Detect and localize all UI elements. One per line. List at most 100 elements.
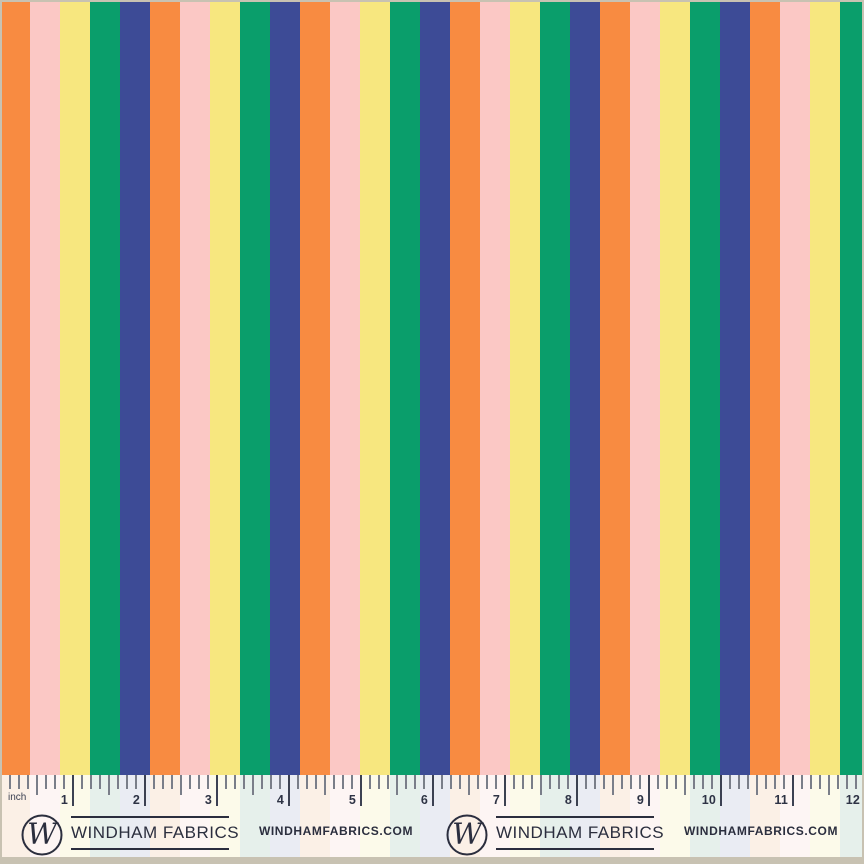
eighth-inch-tick [369, 775, 371, 789]
website-text: WINDHAMFABRICS.COM [684, 824, 838, 838]
inch-tick [504, 775, 506, 806]
eighth-inch-tick [765, 775, 767, 789]
half-inch-tick [108, 775, 110, 795]
inch-tick [216, 775, 218, 806]
eighth-inch-tick [18, 775, 20, 789]
inch-tick [432, 775, 434, 806]
brand-name-text: WINDHAM FABRICS [496, 823, 664, 842]
selvage-band-orange [0, 775, 30, 864]
stripe-yellow [60, 0, 90, 775]
eighth-inch-tick [234, 775, 236, 789]
windham-monogram-icon: W [452, 820, 482, 849]
inch-tick [720, 775, 722, 806]
eighth-inch-tick [225, 775, 227, 789]
half-inch-tick [396, 775, 398, 795]
eighth-inch-tick [297, 775, 299, 789]
eighth-inch-tick [693, 775, 695, 789]
stripe-yellow [510, 0, 540, 775]
stripe-blue [420, 0, 450, 775]
website-text: WINDHAMFABRICS.COM [259, 824, 413, 838]
eighth-inch-tick [603, 775, 605, 789]
stripe-pink [630, 0, 660, 775]
windham-logo-circle: W [447, 815, 488, 856]
selvage-band-yellow [810, 775, 840, 864]
eighth-inch-tick [315, 775, 317, 789]
eighth-inch-tick [855, 775, 857, 789]
eighth-inch-tick [846, 775, 848, 789]
ruler-number-5: 5 [349, 794, 356, 807]
half-inch-tick [828, 775, 830, 795]
half-inch-tick [324, 775, 326, 795]
ruler-number-12: 12 [846, 794, 860, 807]
eighth-inch-tick [9, 775, 11, 789]
half-inch-tick [684, 775, 686, 795]
eighth-inch-tick [171, 775, 173, 789]
selvage-band-green [690, 775, 720, 864]
frame-border-top [0, 0, 864, 2]
eighth-inch-tick [513, 775, 515, 789]
brand-name-text: WINDHAM FABRICS [71, 823, 239, 842]
eighth-inch-tick [405, 775, 407, 789]
stripe-pink [180, 0, 210, 775]
stripe-orange [600, 0, 630, 775]
stripe-orange [300, 0, 330, 775]
brand-name-block: WINDHAM FABRICS [71, 816, 229, 850]
selvage-band-blue [720, 775, 750, 864]
eighth-inch-tick [63, 775, 65, 789]
eighth-inch-tick [585, 775, 587, 789]
eighth-inch-tick [81, 775, 83, 789]
half-inch-tick [468, 775, 470, 795]
eighth-inch-tick [738, 775, 740, 789]
stripe-green [690, 0, 720, 775]
eighth-inch-tick [702, 775, 704, 789]
stripe-green [840, 0, 864, 775]
selvage-band-blue [270, 775, 300, 864]
ruler-number-6: 6 [421, 794, 428, 807]
ruler-number-10: 10 [702, 794, 716, 807]
eighth-inch-tick [441, 775, 443, 789]
stripe-yellow [810, 0, 840, 775]
half-inch-tick [180, 775, 182, 795]
selvage-band-yellow [360, 775, 390, 864]
eighth-inch-tick [126, 775, 128, 789]
stripe-yellow [660, 0, 690, 775]
selvage-band-green [240, 775, 270, 864]
eighth-inch-tick [270, 775, 272, 789]
selvage-band-blue [420, 775, 450, 864]
stripe-blue [720, 0, 750, 775]
stripe-yellow [210, 0, 240, 775]
eighth-inch-tick [810, 775, 812, 789]
eighth-inch-tick [189, 775, 191, 789]
eighth-inch-tick [414, 775, 416, 789]
stripe-pink [30, 0, 60, 775]
stripe-green [90, 0, 120, 775]
fabric-stripes [0, 0, 864, 775]
eighth-inch-tick [207, 775, 209, 789]
eighth-inch-tick [621, 775, 623, 789]
ruler-number-3: 3 [205, 794, 212, 807]
eighth-inch-tick [657, 775, 659, 789]
eighth-inch-tick [342, 775, 344, 789]
ruler-number-8: 8 [565, 794, 572, 807]
stripe-orange [150, 0, 180, 775]
half-inch-tick [756, 775, 758, 795]
inch-tick [288, 775, 290, 806]
eighth-inch-tick [639, 775, 641, 789]
eighth-inch-tick [261, 775, 263, 789]
inch-tick [648, 775, 650, 806]
eighth-inch-tick [162, 775, 164, 789]
eighth-inch-tick [531, 775, 533, 789]
stripe-blue [120, 0, 150, 775]
eighth-inch-tick [837, 775, 839, 789]
stripe-pink [480, 0, 510, 775]
ruler-number-2: 2 [133, 794, 140, 807]
ruler-number-4: 4 [277, 794, 284, 807]
eighth-inch-tick [801, 775, 803, 789]
half-inch-tick [252, 775, 254, 795]
stripe-pink [780, 0, 810, 775]
stripe-green [240, 0, 270, 775]
eighth-inch-tick [549, 775, 551, 789]
stripe-blue [570, 0, 600, 775]
stripe-green [390, 0, 420, 775]
eighth-inch-tick [423, 775, 425, 789]
